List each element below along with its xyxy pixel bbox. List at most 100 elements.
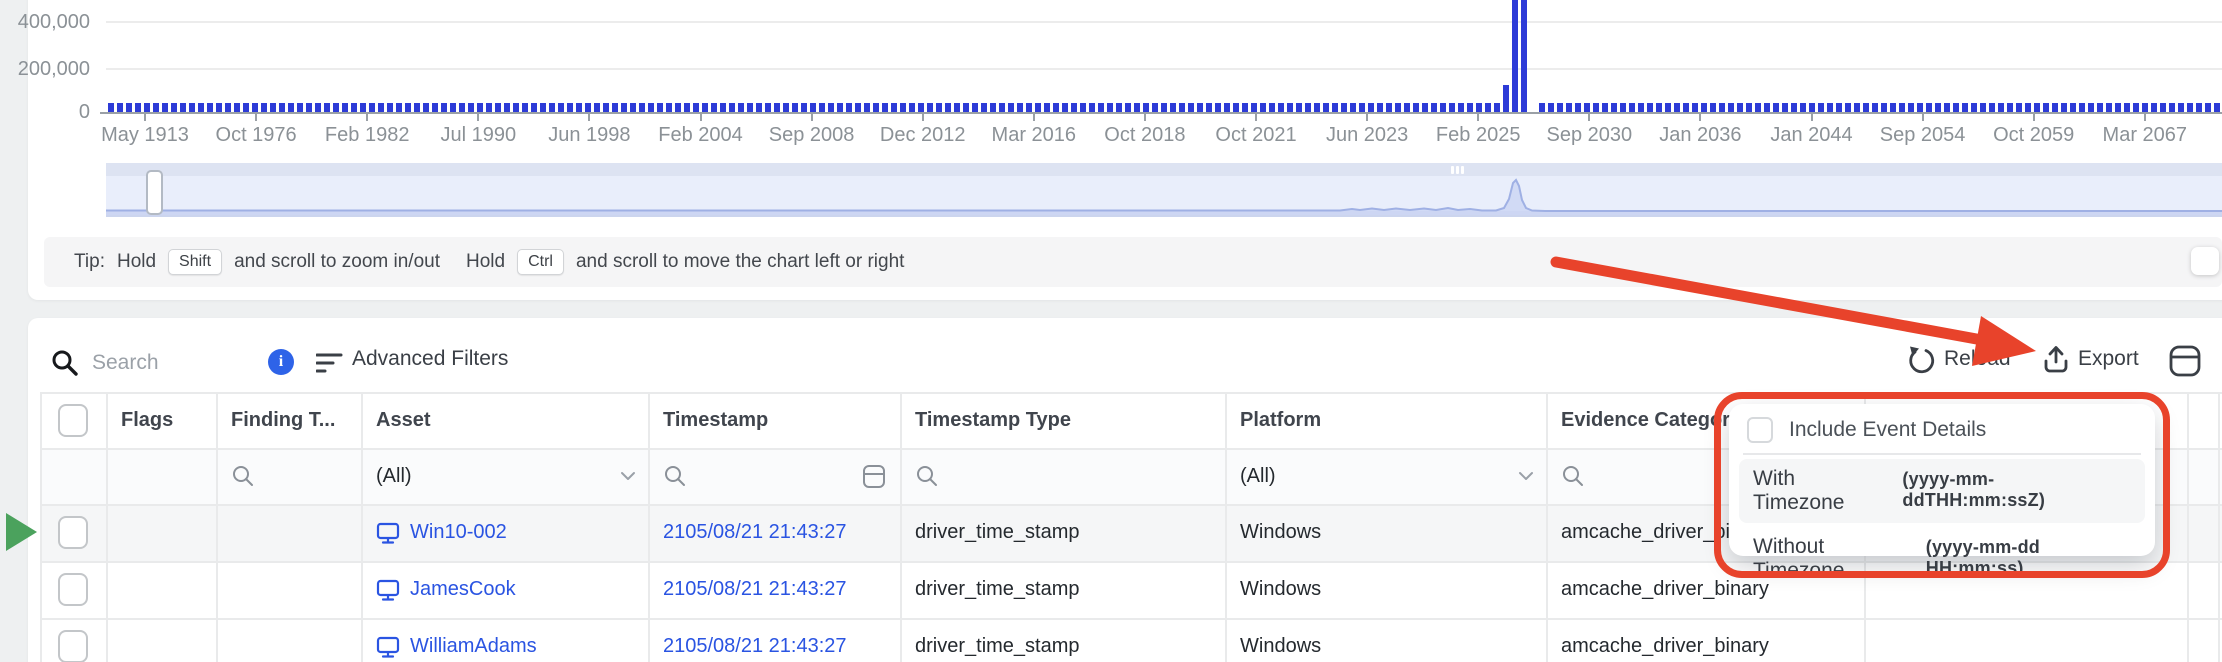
cell-flags (106, 561, 216, 618)
histogram-bar (414, 103, 420, 112)
export-button[interactable]: Export (2078, 347, 2139, 371)
column-chooser-icon[interactable] (2168, 344, 2202, 378)
export-icon[interactable] (2042, 343, 2072, 375)
histogram-bar (1827, 103, 1833, 112)
histogram-bar (882, 103, 888, 112)
histogram-bar (900, 103, 906, 112)
filter-finding_type[interactable] (216, 448, 361, 504)
select-all-checkbox[interactable] (58, 404, 88, 437)
filter-icon[interactable] (316, 352, 344, 376)
app-root: 400,000 200,000 0 May 1913Oct 1976Feb 19… (0, 0, 2222, 662)
histogram-bar (1161, 103, 1167, 112)
histogram-bar (1908, 103, 1914, 112)
histogram-bar (540, 103, 546, 112)
asset-link[interactable]: Win10-002 (410, 521, 507, 544)
histogram-bar (369, 103, 375, 112)
tip-hold-1: Hold (117, 251, 156, 273)
advanced-filters-button[interactable]: Advanced Filters (352, 347, 508, 371)
col-header-finding_type[interactable]: Finding T... (216, 392, 361, 448)
histogram-bar (1557, 103, 1563, 112)
reload-button[interactable]: Reload (1944, 347, 2011, 371)
histogram-bar (2016, 103, 2022, 112)
chevron-down-icon[interactable] (1518, 471, 1534, 481)
histogram-bar (1053, 103, 1059, 112)
histogram-bar (945, 103, 951, 112)
histogram-bar (2052, 103, 2058, 112)
x-axis-tick (2033, 114, 2035, 121)
timestamp-link[interactable]: 2105/08/21 21:43:27 (663, 521, 847, 544)
histogram-bar (450, 103, 456, 112)
x-axis-tick (1144, 114, 1146, 121)
histogram-bar (2178, 103, 2184, 112)
filter-asset[interactable]: (All) (361, 448, 648, 504)
asset-link[interactable]: WilliamAdams (410, 635, 537, 658)
row-checkbox[interactable] (58, 573, 88, 606)
histogram-bar (1404, 103, 1410, 112)
tip-dismiss-button[interactable] (2191, 247, 2219, 275)
histogram-bar (918, 103, 924, 112)
histogram-bar (567, 103, 573, 112)
timestamp-link[interactable]: 2105/08/21 21:43:27 (663, 635, 847, 658)
row-checkbox[interactable] (58, 630, 88, 662)
x-axis-tick (811, 114, 813, 121)
col-header-timestamp_type[interactable]: Timestamp Type (900, 392, 1225, 448)
x-axis-label: Sep 2054 (1880, 124, 1966, 147)
histogram-bar (855, 103, 861, 112)
reload-icon[interactable] (1906, 346, 1936, 376)
histogram-bar (630, 103, 636, 112)
search-input[interactable] (90, 350, 274, 376)
x-axis-tick (1922, 114, 1924, 121)
col-header-platform[interactable]: Platform (1225, 392, 1546, 448)
navigator-left-handle[interactable] (146, 170, 163, 215)
filter-platform-select[interactable]: (All) (1240, 465, 1546, 488)
row-checkbox[interactable] (58, 516, 88, 549)
info-icon[interactable]: i (268, 349, 294, 375)
timestamp-link[interactable]: 2105/08/21 21:43:27 (663, 578, 847, 601)
histogram-bar (387, 103, 393, 112)
ctrl-key-chip: Ctrl (517, 249, 564, 275)
histogram-bar (126, 103, 132, 112)
histogram-bar (1629, 103, 1635, 112)
filter-asset-select[interactable]: (All) (376, 465, 648, 488)
navigator-grip-icon[interactable] (1456, 166, 1459, 174)
x-axis-label: Sep 2030 (1546, 124, 1632, 147)
col-header-asset[interactable]: Asset (361, 392, 648, 448)
histogram-bar (1152, 103, 1158, 112)
filter-search-icon[interactable] (1561, 464, 1585, 488)
histogram-bar (1494, 103, 1500, 112)
navigator-grip-icon[interactable] (1451, 166, 1454, 174)
navigator-track[interactable] (106, 176, 2222, 211)
histogram-bar (333, 103, 339, 112)
histogram-bar (1467, 103, 1473, 112)
histogram-bar (1881, 103, 1887, 112)
filter-search-icon[interactable] (915, 464, 939, 488)
filter-platform[interactable]: (All) (1225, 448, 1546, 504)
x-axis-label: Dec 2012 (880, 124, 966, 147)
filter-timestamp_type[interactable] (900, 448, 1225, 504)
navigator-grip-icon[interactable] (1461, 166, 1464, 174)
histogram-bar (1440, 103, 1446, 112)
histogram-bar (1854, 103, 1860, 112)
histogram-bar (1116, 103, 1122, 112)
histogram-bar (198, 103, 204, 112)
asset-link[interactable]: JamesCook (410, 578, 516, 601)
histogram-bar (1971, 103, 1977, 112)
histogram-bar (162, 103, 168, 112)
histogram-bar (486, 103, 492, 112)
col-header-extra2 (2187, 392, 2222, 448)
histogram-bar (1620, 103, 1626, 112)
chevron-down-icon[interactable] (620, 471, 636, 481)
col-header-flags[interactable]: Flags (106, 392, 216, 448)
histogram-bar (1998, 103, 2004, 112)
filter-timestamp[interactable] (648, 448, 900, 504)
filter-search-icon[interactable] (231, 464, 255, 488)
col-header-timestamp[interactable]: Timestamp (648, 392, 900, 448)
x-axis-line (100, 112, 2222, 114)
histogram-bar (1521, 0, 1527, 112)
histogram-bar (1584, 103, 1590, 112)
histogram-bar (1674, 103, 1680, 112)
calendar-icon[interactable] (862, 463, 886, 489)
histogram-bar (1314, 103, 1320, 112)
histogram-bar (765, 103, 771, 112)
filter-search-icon[interactable] (663, 464, 687, 488)
